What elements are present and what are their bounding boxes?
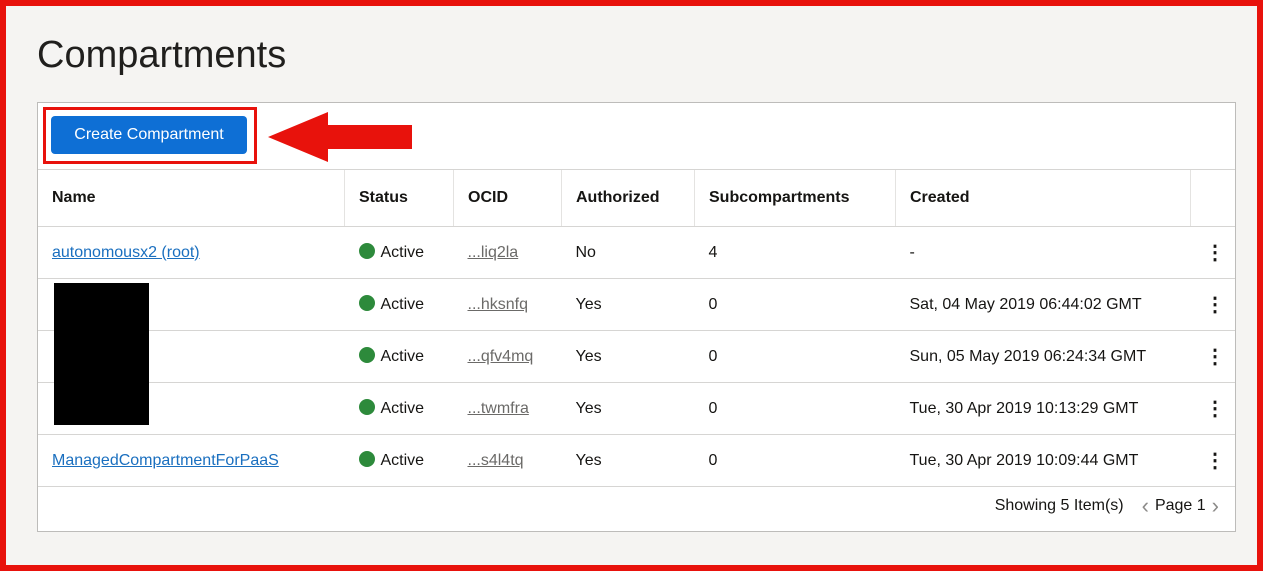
table-header-row: Name Status OCID Authorized Subcompartme… — [38, 170, 1235, 227]
created-cell: - — [895, 226, 1191, 279]
subcompartments-cell: 0 — [694, 382, 896, 435]
table-row: Active ...qfv4mq Yes 0 Sun, 05 May 2019 … — [38, 330, 1235, 383]
authorized-cell: Yes — [561, 382, 695, 435]
page-indicator: Page 1 — [1154, 497, 1206, 514]
kebab-menu-icon[interactable]: ⋮ — [1190, 330, 1235, 383]
compartments-table: Name Status OCID Authorized Subcompartme… — [38, 170, 1235, 487]
status-text: Active — [380, 296, 425, 313]
authorized-cell: Yes — [561, 278, 695, 331]
created-cell: Tue, 30 Apr 2019 10:09:44 GMT — [895, 434, 1191, 487]
create-compartment-button[interactable]: Create Compartment — [51, 116, 247, 154]
status-text: Active — [380, 348, 425, 365]
column-header-subcompartments[interactable]: Subcompartments — [694, 170, 896, 227]
table-row: Active ...twmfra Yes 0 Tue, 30 Apr 2019 … — [38, 382, 1235, 435]
pagination-footer: Showing 5 Item(s) ‹ Page 1 › — [38, 481, 1235, 531]
status-active-icon — [358, 347, 375, 363]
pointer-arrow-icon — [268, 112, 412, 162]
previous-page-icon[interactable]: ‹ — [1142, 493, 1149, 519]
kebab-menu-icon[interactable]: ⋮ — [1190, 434, 1235, 487]
redaction-block — [54, 283, 149, 425]
column-header-name[interactable]: Name — [38, 170, 345, 227]
authorized-cell: Yes — [561, 330, 695, 383]
kebab-menu-icon[interactable]: ⋮ — [1190, 278, 1235, 331]
subcompartments-cell: 0 — [694, 278, 896, 331]
authorized-cell: No — [561, 226, 695, 279]
created-cell: Sat, 04 May 2019 06:44:02 GMT — [895, 278, 1191, 331]
column-header-authorized[interactable]: Authorized — [561, 170, 695, 227]
status-text: Active — [380, 244, 425, 261]
ocid-link[interactable]: ...qfv4mq — [468, 348, 534, 365]
subcompartments-cell: 4 — [694, 226, 896, 279]
status-active-icon — [358, 243, 375, 259]
kebab-menu-icon[interactable]: ⋮ — [1190, 226, 1235, 279]
table-row: ManagedCompartmentForPaaS Active ...s4l4… — [38, 434, 1235, 487]
ocid-link[interactable]: ...twmfra — [468, 400, 529, 417]
created-cell: Sun, 05 May 2019 06:24:34 GMT — [895, 330, 1191, 383]
ocid-link[interactable]: ...s4l4tq — [468, 452, 524, 469]
status-active-icon — [358, 399, 375, 415]
table-row: autonomousx2 (root) Active ...liq2la No … — [38, 226, 1235, 279]
compartment-name-link[interactable]: ManagedCompartmentForPaaS — [52, 452, 279, 469]
kebab-menu-icon[interactable]: ⋮ — [1190, 382, 1235, 435]
ocid-link[interactable]: ...liq2la — [468, 244, 519, 261]
column-header-status[interactable]: Status — [344, 170, 454, 227]
subcompartments-cell: 0 — [694, 434, 896, 487]
column-header-actions — [1190, 170, 1235, 227]
table-row: Active ...hksnfq Yes 0 Sat, 04 May 2019 … — [38, 278, 1235, 331]
item-count: Showing 5 Item(s) — [994, 497, 1124, 514]
page-title: Compartments — [37, 34, 287, 76]
status-text: Active — [380, 452, 425, 469]
toolbar: Create Compartment — [38, 103, 1235, 170]
subcompartments-cell: 0 — [694, 330, 896, 383]
created-cell: Tue, 30 Apr 2019 10:13:29 GMT — [895, 382, 1191, 435]
column-header-created[interactable]: Created — [895, 170, 1191, 227]
compartment-name-link[interactable]: autonomousx2 (root) — [52, 244, 200, 261]
authorized-cell: Yes — [561, 434, 695, 487]
status-active-icon — [358, 295, 375, 311]
ocid-link[interactable]: ...hksnfq — [468, 296, 528, 313]
status-text: Active — [380, 400, 425, 417]
compartments-panel: Create Compartment Name Status OCID Auth… — [37, 102, 1236, 532]
column-header-ocid[interactable]: OCID — [453, 170, 562, 227]
status-active-icon — [358, 451, 375, 467]
next-page-icon[interactable]: › — [1212, 493, 1219, 519]
